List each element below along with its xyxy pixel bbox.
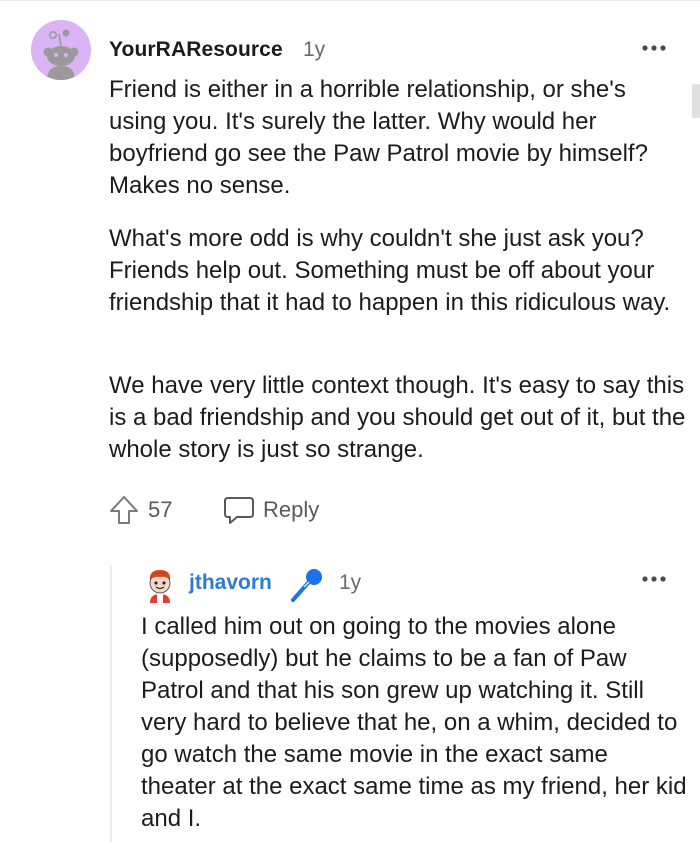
reply-text: I called him out on going to the movies …: [141, 613, 687, 832]
comment-paragraph: We have very little context though. It's…: [109, 372, 686, 463]
reply-age: 1y: [339, 571, 362, 594]
upvote-icon[interactable]: [108, 494, 140, 526]
comment-username[interactable]: YourRAResource: [109, 38, 283, 62]
comment-paragraph: What's more odd is why couldn't she just…: [109, 225, 671, 316]
reply-icon[interactable]: [222, 494, 256, 526]
more-options-icon[interactable]: [641, 41, 667, 55]
microphone-icon: [291, 569, 322, 602]
comment-age: 1y: [303, 38, 326, 61]
reply-button[interactable]: Reply: [263, 497, 319, 523]
custom-avatar-icon[interactable]: [143, 567, 177, 603]
reply-username[interactable]: jthavorn: [189, 571, 272, 595]
thread-line[interactable]: [110, 565, 112, 842]
vote-count: 57: [148, 497, 173, 522]
parent-comment: YourRAResource 1y Friend is either in a …: [0, 0, 700, 550]
reply-body: I called him out on going to the movies …: [141, 611, 689, 835]
scrollbar[interactable]: [692, 84, 700, 118]
user-avatar[interactable]: [31, 20, 91, 80]
more-options-icon[interactable]: [641, 572, 667, 586]
comment-paragraph: Friend is either in a horrible relations…: [109, 76, 648, 199]
snoo-avatar-icon: [31, 20, 91, 80]
